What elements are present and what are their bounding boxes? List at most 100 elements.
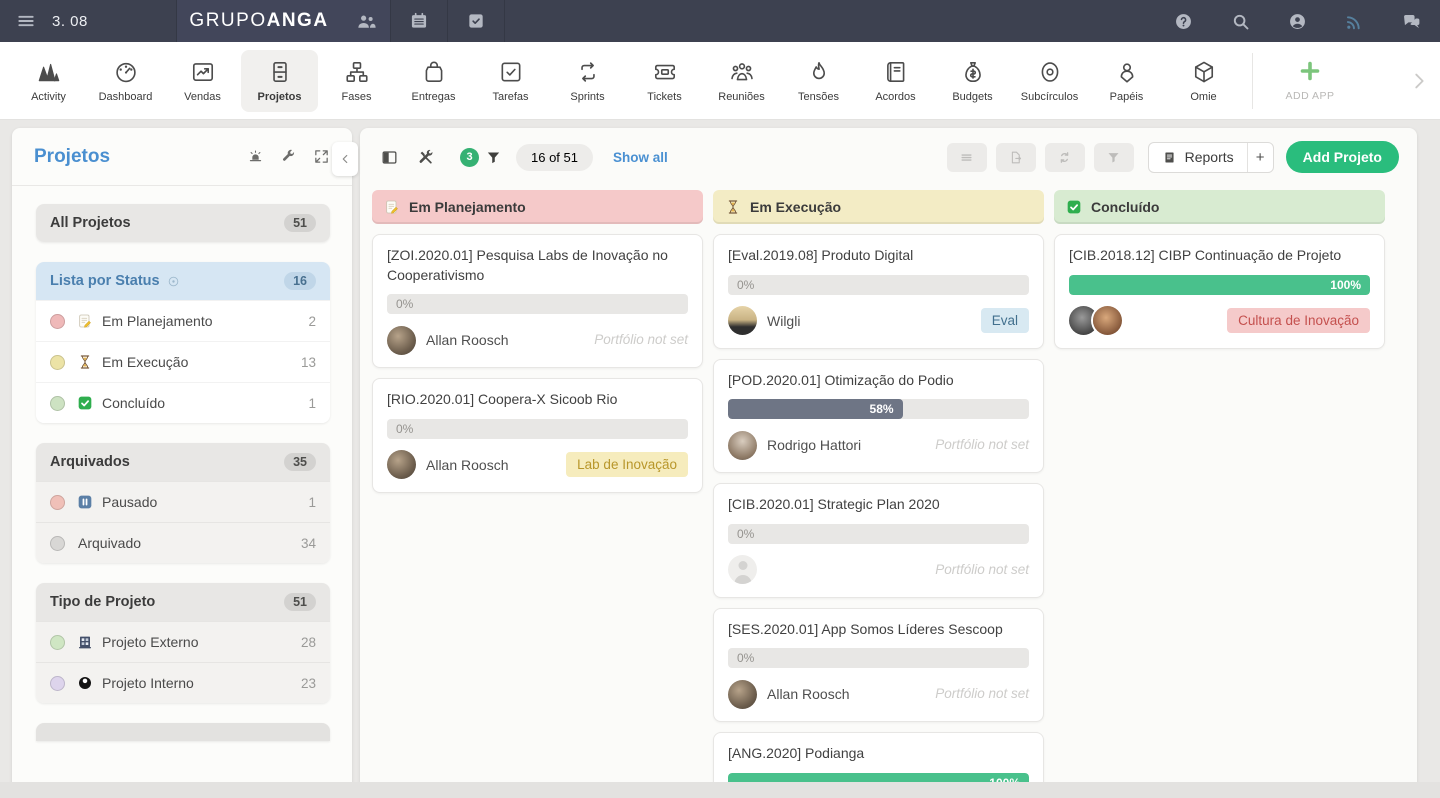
add-app-button[interactable]: ADD APP <box>1267 50 1353 112</box>
plus-icon <box>1298 59 1322 83</box>
sidebar-collapse-button[interactable] <box>332 142 358 176</box>
sidebar-item-projeto-externo[interactable]: Projeto Externo28 <box>36 621 330 662</box>
project-card[interactable]: [ZOI.2020.01] Pesquisa Labs de Inovação … <box>372 234 703 368</box>
avatar[interactable] <box>728 680 757 709</box>
kanban-column-title: Em Planejamento <box>409 199 526 215</box>
appnav-item-projetos[interactable]: Projetos <box>241 50 318 112</box>
show-all-link[interactable]: Show all <box>613 150 668 165</box>
all-projects-label: All Projetos <box>50 215 131 231</box>
project-tag[interactable]: Cultura de Inovação <box>1227 308 1370 333</box>
reports-add-button[interactable]: + <box>1247 143 1273 172</box>
progress-label: 0% <box>737 524 754 544</box>
sidebar-item-concluido[interactable]: Concluído1 <box>36 382 330 423</box>
kanban-column-header[interactable]: Concluído <box>1054 190 1385 224</box>
project-card[interactable]: [SES.2020.01] App Somos Líderes Sescoop0… <box>713 608 1044 723</box>
appnav-item-tarefas[interactable]: Tarefas <box>472 50 549 112</box>
status-dot <box>50 355 65 370</box>
chevron-right-icon[interactable] <box>1408 70 1430 92</box>
search-icon[interactable] <box>1230 11 1251 32</box>
project-card-footer: Allan RooschPortfólio not set <box>728 679 1029 709</box>
sidebar-item-projeto-interno[interactable]: Projeto Interno23 <box>36 662 330 703</box>
appnav-item-label: Projetos <box>257 91 301 103</box>
check-green-icon <box>77 395 93 411</box>
export-button[interactable] <box>996 143 1036 172</box>
horizontal-scrollbar[interactable] <box>0 782 1440 798</box>
filter-button[interactable] <box>1094 143 1134 172</box>
project-tag[interactable]: Eval <box>981 308 1029 333</box>
project-card[interactable]: [POD.2020.01] Otimização do Podio58%Rodr… <box>713 359 1044 474</box>
appnav-item-entregas[interactable]: Entregas <box>395 50 472 112</box>
sidebar-all-projects[interactable]: All Projetos 51 <box>36 204 330 242</box>
kanban-column-title: Em Execução <box>750 199 841 215</box>
tools-icon[interactable] <box>417 148 436 167</box>
sidebar-item-em-planejamento[interactable]: Em Planejamento2 <box>36 300 330 341</box>
project-card[interactable]: [CIB.2018.12] CIBP Continuação de Projet… <box>1054 234 1385 349</box>
task-check-icon[interactable] <box>466 11 486 31</box>
siren-icon[interactable] <box>247 148 264 165</box>
kanban-column-header[interactable]: Em Planejamento <box>372 190 703 224</box>
sidebar: Projetos All Projetos 51 Lista por Statu… <box>12 128 352 798</box>
project-card[interactable]: [CIB.2020.01] Strategic Plan 20200%Portf… <box>713 483 1044 598</box>
list-view-button[interactable] <box>947 143 987 172</box>
avatar[interactable] <box>1093 306 1122 335</box>
appnav-item-dashboard[interactable]: Dashboard <box>87 50 164 112</box>
appnav-item-budgets[interactable]: Budgets <box>934 50 1011 112</box>
toolbar-right: Reports + Add Projeto <box>938 141 1399 173</box>
sidebar-item-label: Em Execução <box>102 354 188 370</box>
avatar[interactable] <box>728 431 757 460</box>
appnav-item-vendas[interactable]: Vendas <box>164 50 241 112</box>
sidebar-group-header[interactable]: Tipo de Projeto51 <box>36 583 330 621</box>
sidebar-group-header[interactable]: Arquivados35 <box>36 443 330 481</box>
reports-button[interactable]: Reports + <box>1148 142 1274 173</box>
avatar[interactable] <box>728 555 757 584</box>
project-card[interactable]: [RIO.2020.01] Coopera-X Sicoob Rio0%Alla… <box>372 378 703 493</box>
appnav-item-acordos[interactable]: Acordos <box>857 50 934 112</box>
add-projeto-button[interactable]: Add Projeto <box>1286 141 1399 173</box>
appnav-item-subcirculos[interactable]: Subcírculos <box>1011 50 1088 112</box>
tasks-cell[interactable] <box>447 0 504 42</box>
sidebar-body: All Projetos 51 Lista por Status16Em Pla… <box>12 186 352 741</box>
appnav-item-tickets[interactable]: Tickets <box>626 50 703 112</box>
signal-icon[interactable] <box>1344 11 1365 32</box>
menu-icon[interactable] <box>16 11 36 31</box>
progress-label: 0% <box>737 275 754 295</box>
calendar-icon[interactable] <box>409 11 429 31</box>
project-card-title: [Eval.2019.08] Produto Digital <box>728 246 1029 266</box>
appnav-item-omie[interactable]: Omie <box>1165 50 1242 112</box>
avatar[interactable] <box>728 306 757 335</box>
chat-icon[interactable] <box>1401 11 1422 32</box>
appnav-item-fases[interactable]: Fases <box>318 50 395 112</box>
appnav-item-label: Tensões <box>798 91 839 103</box>
board-view-icon[interactable] <box>380 148 399 167</box>
project-card[interactable]: [Eval.2019.08] Produto Digital0%WilgliEv… <box>713 234 1044 349</box>
project-card-title: [CIB.2020.01] Strategic Plan 2020 <box>728 495 1029 515</box>
appnav-item-sprints[interactable]: Sprints <box>549 50 626 112</box>
active-filters[interactable]: 3 <box>460 148 502 167</box>
kanban-column-em-planejamento: Em Planejamento [ZOI.2020.01] Pesquisa La… <box>372 190 703 493</box>
sidebar-item-em-execucao[interactable]: Em Execução13 <box>36 341 330 382</box>
appnav-item-papeis[interactable]: Papéis <box>1088 50 1165 112</box>
help-icon[interactable] <box>1173 11 1194 32</box>
sidebar-group-header[interactable]: Lista por Status16 <box>36 262 330 300</box>
hourglass-icon <box>77 354 93 370</box>
sidebar-item-label: Em Planejamento <box>102 313 213 329</box>
sync-button[interactable] <box>1045 143 1085 172</box>
calendar-cell[interactable] <box>390 0 447 42</box>
owner-name: Allan Roosch <box>426 332 509 348</box>
avatar[interactable] <box>387 326 416 355</box>
appnav-item-tensoes[interactable]: Tensões <box>780 50 857 112</box>
appnav-item-reunioes[interactable]: Reuniões <box>703 50 780 112</box>
avatar[interactable] <box>387 450 416 479</box>
user-icon[interactable] <box>1287 11 1308 32</box>
kanban-column-header[interactable]: Em Execução <box>713 190 1044 224</box>
expand-icon[interactable] <box>313 148 330 165</box>
sidebar-item-pausado[interactable]: Pausado1 <box>36 481 330 522</box>
sidebar-item-arquivado[interactable]: Arquivado34 <box>36 522 330 563</box>
appnav-item-activity[interactable]: Activity <box>10 50 87 112</box>
project-tag[interactable]: Lab de Inovação <box>566 452 688 477</box>
progress-bar: 58% <box>728 399 1029 419</box>
people-icon[interactable] <box>355 10 378 33</box>
sidebar-item-count: 1 <box>308 495 316 510</box>
wrench-icon[interactable] <box>280 148 297 165</box>
owner-name: Allan Roosch <box>767 686 850 702</box>
